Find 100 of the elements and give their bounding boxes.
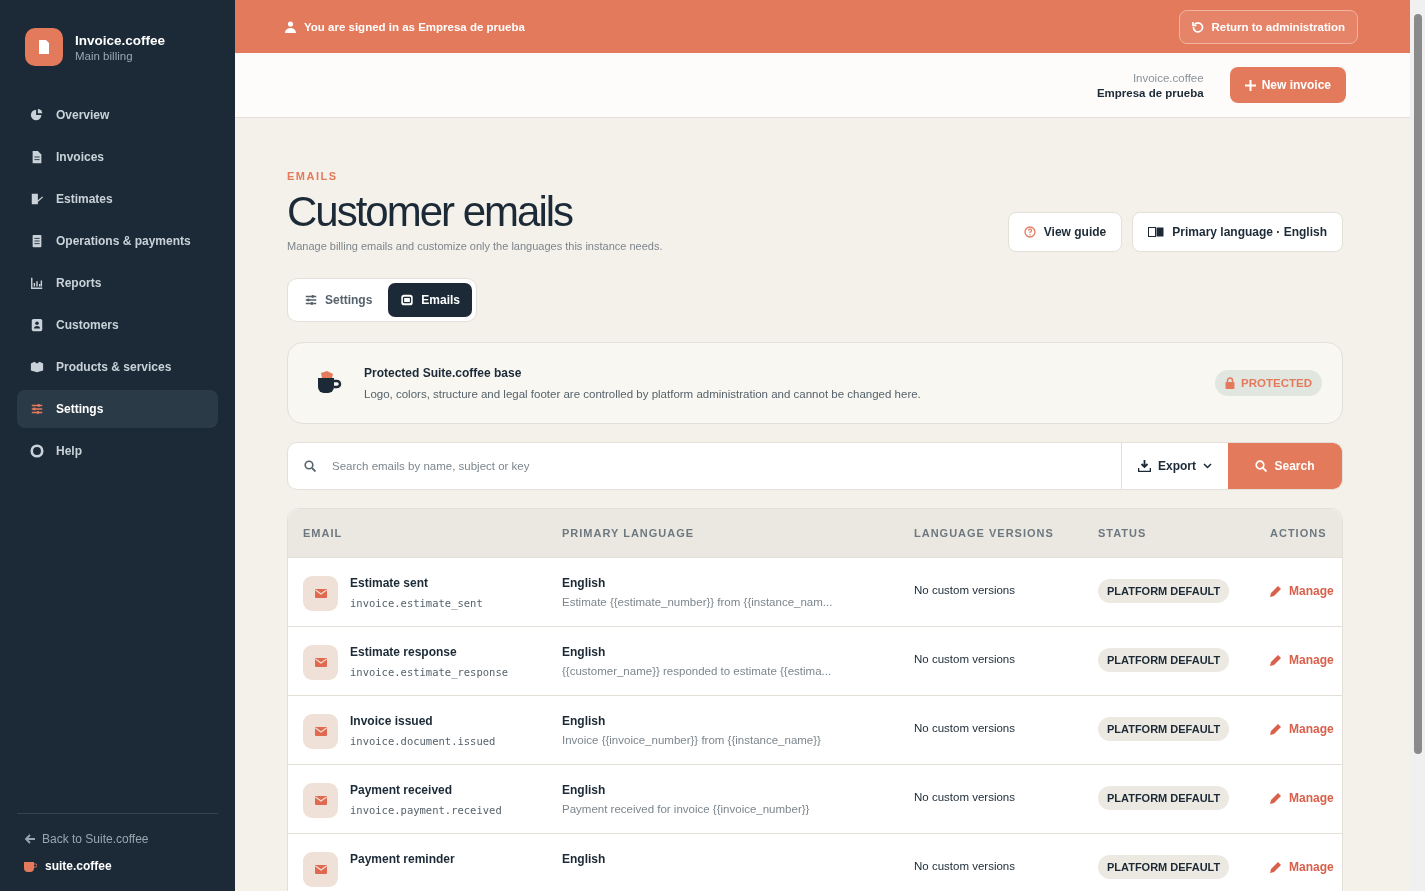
guide-button[interactable]: View guide <box>1007 212 1123 252</box>
brand-name: Invoice.coffee <box>75 32 166 48</box>
envelope-icon <box>303 645 338 680</box>
back-link[interactable]: Back to Suite.coffee <box>17 832 218 846</box>
envelope-icon <box>303 576 338 611</box>
email-subject: {{customer_name}} responded to estimate {{estima... <box>562 665 833 677</box>
cup-icon <box>316 371 342 395</box>
versions-cell-text: No custom versions <box>914 584 1016 596</box>
section-eyebrow: EMAILS <box>287 170 339 182</box>
doc-icon <box>30 150 44 164</box>
pencil-icon <box>1270 861 1282 873</box>
download-icon <box>1138 460 1151 472</box>
undo-icon <box>1192 20 1205 33</box>
sidebar-item[interactable]: Operations & payments <box>17 222 218 260</box>
manage-link[interactable]: Manage <box>1270 791 1334 805</box>
sliders-icon <box>304 293 318 307</box>
status-badge: PLATFORM DEFAULT <box>1098 717 1230 741</box>
banner-message: You are signed in as Empresa de prueba <box>304 20 525 33</box>
email-subject: Payment received for invoice {{invoice_number}} <box>562 803 811 815</box>
protected-badge: PROTECTED <box>1215 370 1322 396</box>
envelope-icon <box>303 852 338 887</box>
email-key: invoice.document.issued <box>350 735 496 747</box>
tab[interactable]: Emails <box>388 283 473 317</box>
sidebar-item[interactable]: Products & services <box>17 348 218 386</box>
language-cell-text: English <box>562 714 607 728</box>
pencil-icon <box>1270 723 1282 735</box>
chart-icon <box>30 276 44 290</box>
sidebar-item[interactable]: Customers <box>17 306 218 344</box>
sidebar-item[interactable]: Invoices <box>17 138 218 176</box>
email-name: Invoice issued <box>350 714 434 728</box>
search-field[interactable]: Search emails by name, subject or key <box>330 459 1121 473</box>
language-cell-text: English <box>562 783 607 797</box>
email-key: invoice.estimate_sent <box>350 597 483 609</box>
column-header: EMAIL <box>303 527 344 539</box>
status-badge: PLATFORM DEFAULT <box>1098 579 1230 603</box>
page-subtitle: Manage billing emails and customize only the languages this instance needs. <box>287 240 663 252</box>
footer-brand: suite.coffee <box>45 859 112 873</box>
language-cell-text: English <box>562 852 607 866</box>
envelope-icon <box>303 783 338 818</box>
versions-cell-text: No custom versions <box>914 722 1016 734</box>
sidebar-item[interactable]: Help <box>17 432 218 470</box>
pencil-icon <box>1270 654 1282 666</box>
versions-cell-text: No custom versions <box>914 653 1016 665</box>
versions-cell-text: No custom versions <box>914 860 1016 872</box>
user-icon <box>285 20 296 33</box>
cup-icon <box>24 860 37 872</box>
status-badge: PLATFORM DEFAULT <box>1098 786 1230 810</box>
logo-icon <box>25 28 63 66</box>
sidebar-item[interactable]: Overview <box>17 96 218 134</box>
versions-cell-text: No custom versions <box>914 791 1016 803</box>
contact-icon <box>30 318 44 332</box>
manage-link[interactable]: Manage <box>1270 584 1334 598</box>
status-badge: PLATFORM DEFAULT <box>1098 648 1230 672</box>
brand-subtitle: Main billing <box>75 49 134 62</box>
company-name: Empresa de prueba <box>1096 86 1204 99</box>
column-header: ACTIONS <box>1270 527 1328 539</box>
caret-icon <box>1203 463 1212 469</box>
ledger-icon <box>30 234 44 248</box>
search-icon <box>1255 460 1268 472</box>
search-icon <box>304 460 316 472</box>
tab[interactable]: Settings <box>292 283 385 317</box>
email-key: invoice.estimate_response <box>350 666 509 678</box>
notice-text: Logo, colors, structure and legal footer are controlled by platform administration and cannot be changed here. <box>364 388 922 400</box>
pencil-icon <box>1270 792 1282 804</box>
language-button[interactable]: Primary language · English <box>1132 212 1343 252</box>
plus-icon <box>1244 79 1256 91</box>
language-cell-text: English <box>562 576 607 590</box>
email-subject: Estimate {{estimate_number}} from {{instance_nam... <box>562 596 834 608</box>
manage-link[interactable]: Manage <box>1270 653 1334 667</box>
sidebar-item[interactable]: Settings <box>17 390 218 428</box>
email-subject: Invoice {{invoice_number}} from {{instance_name}} <box>562 734 822 746</box>
language-icon <box>1148 227 1165 237</box>
page-title: Customer emails <box>287 188 574 236</box>
sign-icon <box>30 192 44 206</box>
sidebar-item[interactable]: Estimates <box>17 180 218 218</box>
email-name: Estimate response <box>350 645 458 659</box>
column-header: STATUS <box>1098 527 1148 539</box>
email-name: Estimate sent <box>350 576 430 590</box>
question-icon <box>1023 226 1036 238</box>
sliders-icon <box>30 402 44 416</box>
boxes-icon <box>30 360 44 374</box>
sidebar-item[interactable]: Reports <box>17 264 218 302</box>
notice-title: Protected Suite.coffee base <box>364 366 523 380</box>
arrow-left-icon <box>24 833 36 845</box>
instance-name: Invoice.coffee <box>1131 71 1204 84</box>
scrollbar[interactable] <box>1410 0 1425 891</box>
manage-link[interactable]: Manage <box>1270 860 1334 874</box>
column-header: PRIMARY LANGUAGE <box>562 527 696 539</box>
email-name: Payment received <box>350 783 454 797</box>
mail-icon <box>400 293 415 307</box>
manage-link[interactable]: Manage <box>1270 722 1334 736</box>
language-cell-text: English <box>562 645 607 659</box>
email-name: Payment reminder <box>350 852 455 866</box>
column-header: LANGUAGE VERSIONS <box>914 527 1055 539</box>
pencil-icon <box>1270 585 1282 597</box>
envelope-icon <box>303 714 338 749</box>
lifebuoy-icon <box>30 444 44 458</box>
email-key: invoice.payment.received <box>350 804 502 816</box>
status-badge: PLATFORM DEFAULT <box>1098 855 1230 879</box>
pie-icon <box>30 108 44 122</box>
